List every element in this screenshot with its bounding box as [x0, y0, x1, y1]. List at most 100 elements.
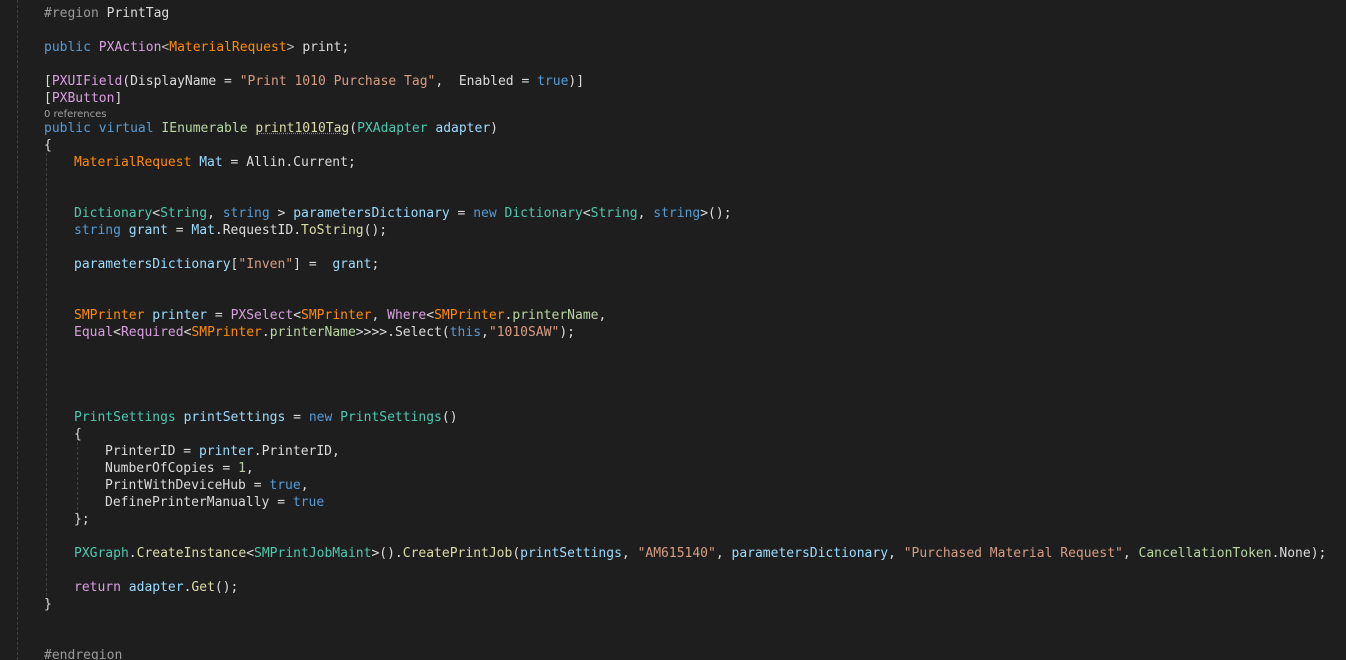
code-text: (DisplayName =: [122, 74, 240, 89]
punctuation: .: [285, 155, 294, 170]
code-line[interactable]: };: [74, 511, 90, 528]
code-line[interactable]: PrintSettings printSettings = new PrintS…: [74, 409, 458, 426]
variable-name: printSettings: [183, 410, 286, 425]
code-line[interactable]: string grant = Mat.RequestID.ToString();: [74, 222, 387, 239]
punctuation: .: [261, 325, 270, 340]
variable-name: Mat: [191, 223, 215, 238]
type-name: SMPrinter: [74, 308, 145, 323]
type-name: Required: [120, 325, 184, 340]
keyword: string: [74, 223, 121, 238]
punctuation: )]: [568, 74, 585, 89]
punctuation: <: [293, 308, 302, 323]
string-literal: "Inven": [238, 257, 294, 272]
type-name: MaterialRequest: [74, 155, 192, 170]
type-name: PXSelect: [230, 308, 294, 323]
outline-margin: [17, 0, 18, 660]
keyword: true: [269, 478, 301, 493]
method-name: CreateInstance: [136, 546, 247, 561]
property-name: PrinterID: [261, 444, 333, 459]
keyword: return: [74, 580, 121, 595]
punctuation: .: [128, 546, 137, 561]
type-name: PrintSettings: [74, 410, 176, 425]
attribute-name: PXButton: [51, 91, 115, 106]
operator: =: [207, 308, 231, 323]
code-line[interactable]: PrinterID = printer.PrinterID,: [105, 443, 340, 460]
type-name: SMPrinter: [191, 325, 262, 340]
code-line[interactable]: return adapter.Get();: [74, 579, 238, 596]
punctuation: <: [246, 546, 255, 561]
parameter-name: adapter: [128, 580, 184, 595]
punctuation: ,: [481, 325, 489, 340]
code-editor[interactable]: #region PrintTag public PXAction<Materia…: [0, 0, 1346, 660]
operator: =: [449, 206, 474, 221]
field-name: print;: [302, 40, 350, 55]
property-name: DefinePrinterManually: [105, 495, 270, 510]
keyword: virtual: [98, 121, 154, 136]
code-line[interactable]: PXGraph.CreateInstance<SMPrintJobMaint>(…: [74, 545, 1326, 562]
method-name: ToString: [301, 223, 364, 238]
code-line[interactable]: parametersDictionary["Inven"] = grant;: [74, 256, 379, 273]
code-line[interactable]: NumberOfCopies = 1,: [105, 460, 254, 477]
code-line[interactable]: PrintWithDeviceHub = true,: [105, 477, 309, 494]
code-line[interactable]: [PXUIField(DisplayName = "Print 1010 Pur…: [44, 73, 584, 90]
keyword: this: [449, 325, 482, 340]
keyword: new: [473, 206, 497, 221]
punctuation: ,: [715, 546, 732, 561]
punctuation: .: [387, 325, 395, 340]
punctuation: [: [44, 91, 52, 106]
code-line[interactable]: }: [44, 596, 52, 613]
code-line[interactable]: public PXAction<MaterialRequest> print;: [44, 39, 349, 56]
code-line[interactable]: #endregion: [44, 647, 122, 660]
string-literal: "AM615140": [637, 546, 716, 561]
operator: =: [175, 444, 199, 459]
type-name: printerName: [269, 325, 356, 340]
type-name: PXGraph: [74, 546, 129, 561]
variable-name: parametersDictionary: [731, 546, 889, 561]
punctuation: >: [286, 40, 303, 55]
code-line[interactable]: Equal<Required<SMPrinter.printerName>>>>…: [74, 324, 575, 341]
punctuation: );: [1310, 546, 1327, 561]
variable-name: printer: [152, 308, 208, 323]
type-name: Where: [387, 308, 427, 323]
code-line[interactable]: SMPrinter printer = PXSelect<SMPrinter, …: [74, 307, 606, 324]
code-line[interactable]: Dictionary<String, string > parametersDi…: [74, 205, 732, 222]
punctuation: <: [582, 206, 591, 221]
type-name: SMPrinter: [434, 308, 505, 323]
property-name: Current: [293, 155, 348, 170]
punctuation: .: [214, 223, 223, 238]
method-name: print1010Tag: [255, 121, 350, 136]
code-line[interactable]: {: [44, 137, 52, 154]
type-name: PXAdapter: [357, 121, 428, 136]
code-text: , Enabled =: [435, 74, 538, 89]
keyword: public: [44, 121, 91, 136]
code-line[interactable]: {: [74, 426, 82, 443]
code-line[interactable]: #region PrintTag: [44, 5, 169, 22]
field-name: Allin: [246, 155, 286, 170]
code-line[interactable]: DefinePrinterManually = true: [105, 494, 324, 511]
code-line[interactable]: [PXButton]: [44, 90, 122, 107]
property-name: RequestID: [222, 223, 294, 238]
punctuation: ,: [598, 308, 607, 323]
punctuation: <: [426, 308, 435, 323]
punctuation: ,: [637, 206, 654, 221]
punctuation: (: [441, 325, 450, 340]
method-name: Get: [191, 580, 215, 595]
operator: =: [285, 410, 309, 425]
punctuation: .: [253, 444, 262, 459]
parameter-name: adapter: [435, 121, 491, 136]
variable-name: grant: [128, 223, 168, 238]
operator: =: [214, 461, 239, 476]
code-line[interactable]: public virtual IEnumerable print1010Tag(…: [44, 120, 498, 137]
punctuation: ();: [363, 223, 388, 238]
punctuation: (: [349, 121, 358, 136]
punctuation: >().: [371, 546, 403, 561]
operator: =: [269, 495, 293, 510]
type-name: SMPrintJobMaint: [254, 546, 372, 561]
punctuation: (): [441, 410, 458, 425]
type-name: printerName: [512, 308, 599, 323]
punctuation: >>>>: [355, 325, 388, 340]
code-line[interactable]: MaterialRequest Mat = Allin.Current;: [74, 154, 356, 171]
keyword: new: [308, 410, 333, 425]
variable-name: Mat: [199, 155, 223, 170]
brace: {: [44, 138, 52, 153]
